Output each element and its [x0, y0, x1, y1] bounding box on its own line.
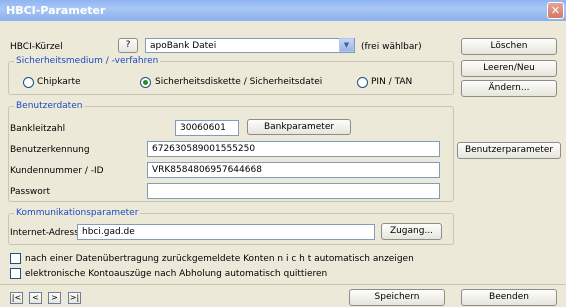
bank-code-input[interactable]: 30060601 — [175, 120, 239, 136]
auto-confirm-checkbox[interactable] — [10, 268, 21, 279]
user-params-button[interactable]: Benutzerparameter — [457, 142, 561, 159]
bank-code-label: Bankleitzahl — [10, 124, 66, 134]
chevron-down-icon[interactable]: ▼ — [339, 38, 354, 52]
address-input[interactable]: hbci.gad.de — [77, 224, 375, 240]
no-auto-show-label: nach einer Datenübertragung zurückgemeld… — [25, 254, 414, 264]
hbci-combo[interactable]: apoBank Datei — [145, 38, 355, 53]
user-id-label: Benutzerkennung — [10, 145, 90, 155]
comm-legend: Kommunikationsparameter — [14, 208, 141, 218]
radio-chipkarte[interactable] — [23, 77, 34, 88]
password-input[interactable] — [147, 183, 440, 199]
no-auto-show-checkbox[interactable] — [10, 253, 21, 264]
address-label: Internet-Adresse — [10, 228, 85, 238]
user-id-input[interactable]: 672630589001555250 — [147, 141, 440, 157]
clear-new-button[interactable]: Leeren/Neu — [461, 60, 557, 77]
edit-button[interactable]: Ändern... — [461, 80, 557, 97]
customer-label: Kundennummer / -ID — [10, 166, 104, 176]
radio-pin-tan-label: PIN / TAN — [371, 77, 413, 87]
userdata-legend: Benutzerdaten — [14, 101, 85, 111]
delete-button[interactable]: Löschen — [461, 38, 557, 55]
nav-first-button[interactable]: |< — [10, 292, 23, 304]
radio-chipkarte-label: Chipkarte — [37, 77, 81, 87]
hbci-label: HBCI-Kürzel — [10, 42, 63, 52]
bank-params-button[interactable]: Bankparameter — [247, 119, 351, 135]
password-label: Passwort — [10, 187, 51, 197]
close-button[interactable]: ✕ — [547, 2, 564, 19]
nav-next-button[interactable]: > — [48, 292, 61, 304]
footer-divider — [0, 284, 566, 285]
hbci-hint: (frei wählbar) — [361, 42, 422, 52]
hbci-combo-value: apoBank Datei — [150, 41, 217, 51]
auto-confirm-label: elektronische Kontoauszüge nach Abholung… — [25, 269, 328, 279]
access-button[interactable]: Zugang... — [381, 223, 442, 240]
nav-prev-button[interactable]: < — [29, 292, 42, 304]
help-button[interactable]: ? — [118, 38, 138, 53]
save-button[interactable]: Speichern — [349, 289, 445, 306]
radio-sicherheitsdatei-label: Sicherheitsdiskette / Sicherheitsdatei — [155, 77, 323, 87]
radio-sicherheitsdatei[interactable] — [140, 77, 151, 88]
security-legend: Sicherheitsmedium / -verfahren — [14, 56, 161, 66]
window-title: HBCI-Parameter — [6, 4, 106, 17]
nav-last-button[interactable]: >| — [68, 292, 81, 304]
quit-button[interactable]: Beenden — [461, 289, 557, 306]
radio-pin-tan[interactable] — [357, 77, 368, 88]
title-bar: HBCI-Parameter ✕ — [0, 0, 566, 21]
customer-input[interactable]: VRK8584806957644668 — [147, 162, 440, 178]
